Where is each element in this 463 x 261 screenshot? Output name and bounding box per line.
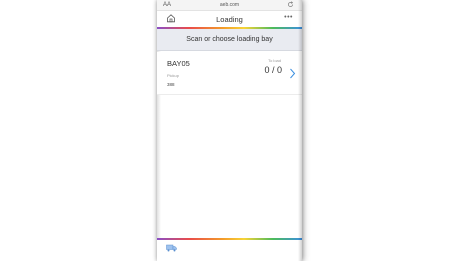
app-header: Loading •••	[157, 11, 302, 27]
bottom-toolbar	[157, 240, 302, 261]
loading-bay-row[interactable]: BAY05 To load 0 / 0 Pickup 388	[157, 52, 302, 95]
pickup-label: Pickup	[167, 73, 180, 78]
bay-name: BAY05	[167, 59, 190, 68]
scan-prompt-banner[interactable]: Scan or choose loading bay	[157, 29, 302, 51]
url-field[interactable]: aeb.com	[157, 2, 302, 8]
reload-icon[interactable]	[287, 1, 294, 8]
to-load-value: 0 / 0	[264, 65, 282, 75]
browser-address-bar: AA aeb.com	[157, 0, 302, 11]
page-title: Loading	[216, 15, 243, 24]
truck-icon[interactable]	[166, 244, 177, 252]
pickup-value: 388	[167, 82, 175, 87]
more-options-icon[interactable]: •••	[284, 14, 293, 21]
to-load-label: To load	[268, 58, 281, 63]
chevron-right-icon[interactable]	[289, 68, 296, 79]
phone-screen: AA aeb.com Loading ••• Scan or choose lo…	[157, 0, 302, 261]
